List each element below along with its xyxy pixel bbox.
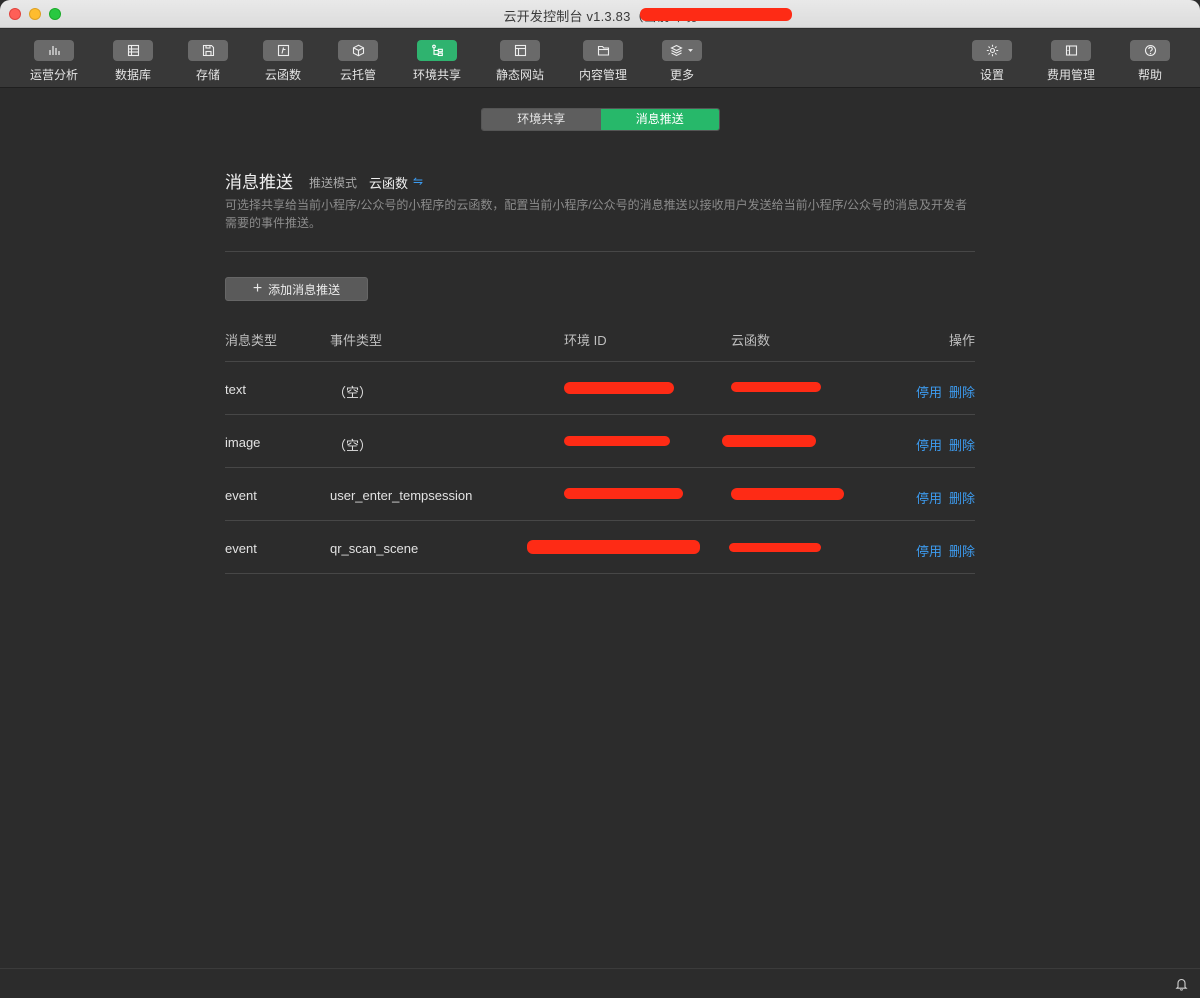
bell-icon[interactable] <box>1175 977 1188 991</box>
cell-msg-type: image <box>225 435 261 450</box>
row-actions: 停用 删除 <box>909 488 975 507</box>
table-row: event qr_scan_scene 停用 删除 <box>225 521 975 574</box>
push-mode-value: 云函数 <box>369 176 409 191</box>
toolbar-item-settings[interactable]: 设置 <box>956 40 1028 83</box>
toolbar-item-analytics[interactable]: 运营分析 <box>18 40 90 83</box>
toolbar-item-cloud-hosting[interactable]: 云托管 <box>322 40 394 83</box>
browser-window-icon <box>500 40 540 61</box>
delete-link[interactable]: 删除 <box>949 385 975 400</box>
redaction-mark <box>731 382 821 392</box>
row-actions: 停用 删除 <box>909 541 975 560</box>
toolbar-label: 帮助 <box>1137 68 1162 82</box>
delete-link[interactable]: 删除 <box>949 544 975 559</box>
toolbar-item-database[interactable]: 数据库 <box>97 40 169 83</box>
delete-link[interactable]: 删除 <box>949 438 975 453</box>
window-titlebar: 云开发控制台 v1.3.83（当前环境 <box>0 0 1200 28</box>
toolbar-item-billing[interactable]: 费用管理 <box>1035 40 1107 83</box>
toolbar-label: 静态网站 <box>495 68 544 82</box>
toolbar-label: 云托管 <box>339 68 376 82</box>
help-icon <box>1130 40 1170 61</box>
page-title: 消息推送 <box>225 173 293 192</box>
toolbar-label: 运营分析 <box>29 68 78 82</box>
table-row: event user_enter_tempsession 停用 删除 <box>225 468 975 521</box>
table-header: 消息类型 事件类型 环境 ID 云函数 操作 <box>225 314 975 362</box>
gear-icon <box>972 40 1012 61</box>
toolbar-label: 环境共享 <box>412 68 461 82</box>
header-env-id: 环境 ID <box>564 333 607 348</box>
disable-link[interactable]: 停用 <box>916 438 942 453</box>
bar-chart-icon <box>34 40 74 61</box>
redaction-mark <box>722 435 816 447</box>
section-description: 可选择共享给当前小程序/公众号的小程序的云函数，配置当前小程序/公众号的消息推送… <box>225 198 968 230</box>
table-row: image （空） 停用 删除 <box>225 415 975 468</box>
cell-msg-type: event <box>225 541 257 556</box>
storage-icon <box>188 40 228 61</box>
header-event-type: 事件类型 <box>330 333 383 348</box>
redaction-mark <box>729 543 821 552</box>
row-actions: 停用 删除 <box>909 435 975 454</box>
header-msg-type: 消息类型 <box>225 333 278 348</box>
toolbar-item-storage[interactable]: 存储 <box>172 40 244 83</box>
disable-link[interactable]: 停用 <box>916 491 942 506</box>
cell-msg-type: text <box>225 382 246 397</box>
message-push-table: 消息类型 事件类型 环境 ID 云函数 操作 text （空） 停用 删除 ima… <box>225 314 975 574</box>
redaction-mark <box>564 436 670 446</box>
toolbar-label: 内容管理 <box>578 68 627 82</box>
main-toolbar: 运营分析 数据库 存储 云函数 云托管 环境共享 静态网站 内容管理 更多 设置… <box>0 29 1200 88</box>
toolbar-item-static-site[interactable]: 静态网站 <box>484 40 556 83</box>
toolbar-label: 云函数 <box>264 68 301 82</box>
chevron-down-icon <box>688 49 693 52</box>
redaction-mark <box>564 382 674 394</box>
tab-env-share[interactable]: 环境共享 <box>482 109 601 130</box>
cell-event-type: qr_scan_scene <box>330 541 419 556</box>
toolbar-item-more[interactable]: 更多 <box>646 40 718 83</box>
toolbar-label: 更多 <box>669 68 694 82</box>
toolbar-label: 数据库 <box>114 68 151 82</box>
toolbar-item-cloud-function[interactable]: 云函数 <box>247 40 319 83</box>
header-function: 云函数 <box>731 333 771 348</box>
cell-event-type: （空） <box>333 438 373 453</box>
header-actions: 操作 <box>948 333 975 348</box>
toolbar-item-help[interactable]: 帮助 <box>1114 40 1186 83</box>
disable-link[interactable]: 停用 <box>916 544 942 559</box>
database-icon <box>113 40 153 61</box>
swap-mode-icon[interactable]: ⇋ <box>413 174 423 188</box>
folder-icon <box>583 40 623 61</box>
disable-link[interactable]: 停用 <box>916 385 942 400</box>
env-share-segmented-control: 环境共享 消息推送 <box>481 108 720 131</box>
plus-icon: + <box>252 280 263 297</box>
add-button-label: 添加消息推送 <box>268 282 341 297</box>
toolbar-label: 存储 <box>195 68 220 82</box>
redaction-mark <box>640 8 792 21</box>
add-message-push-button[interactable]: + 添加消息推送 <box>225 277 368 301</box>
cell-event-type: （空） <box>333 385 373 400</box>
status-bar <box>0 968 1200 998</box>
cell-event-type: user_enter_tempsession <box>330 488 473 503</box>
toolbar-item-content-manage[interactable]: 内容管理 <box>567 40 639 83</box>
cloud-function-icon <box>263 40 303 61</box>
cell-msg-type: event <box>225 488 257 503</box>
toolbar-item-env-share[interactable]: 环境共享 <box>401 40 473 83</box>
billing-icon <box>1051 40 1091 61</box>
redaction-mark <box>527 540 700 554</box>
layers-dropdown-icon <box>662 40 702 61</box>
redaction-mark <box>731 488 844 500</box>
table-row: text （空） 停用 删除 <box>225 362 975 415</box>
box-icon <box>338 40 378 61</box>
share-tree-icon <box>417 40 457 61</box>
push-mode-label: 推送模式 <box>309 176 358 190</box>
toolbar-label: 费用管理 <box>1046 68 1095 82</box>
tab-message-push[interactable]: 消息推送 <box>600 109 719 130</box>
row-actions: 停用 删除 <box>909 382 975 401</box>
redaction-mark <box>564 488 683 499</box>
divider <box>225 251 975 252</box>
window-title: 云开发控制台 v1.3.83（当前环境 <box>503 9 697 24</box>
toolbar-label: 设置 <box>979 68 1004 82</box>
delete-link[interactable]: 删除 <box>949 491 975 506</box>
